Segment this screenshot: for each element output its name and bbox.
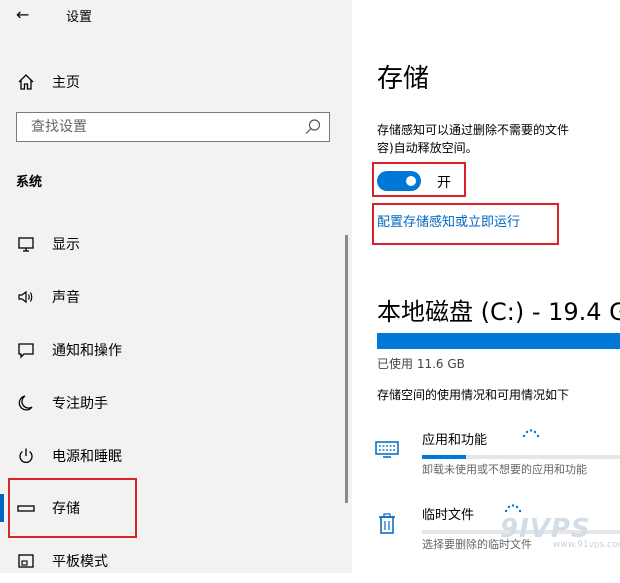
highlight-box [8,478,137,538]
watermark-url: www.91vps.com [553,540,620,550]
search-icon[interactable] [303,117,323,137]
apps-keyboard-icon [374,436,400,462]
sidebar-item-tablet-mode[interactable]: 平板模式 [0,539,340,583]
disk-title: 本地磁盘 (C:) - 19.4 G [377,298,620,326]
sidebar-item-label: 通知和操作 [52,343,122,359]
category-apps-features[interactable]: 应用和功能 卸载未使用或不想要的应用和功能 [352,428,620,488]
category-name: 临时文件 [422,508,475,523]
storage-page: 存储 存储感知可以通过删除不需要的文件 容)自动释放空间。 开 配置存储感知或立… [352,0,620,573]
sidebar-scrollbar[interactable] [345,235,348,503]
tablet-mode-icon [16,551,36,571]
usage-description: 存储空间的使用情况和可用情况如下 [377,388,570,402]
category-progress-bar [422,455,620,459]
section-title: 系统 [16,175,43,190]
sidebar-item-label: 主页 [52,75,80,91]
home-icon [16,72,36,92]
sidebar-item-label: 显示 [52,237,80,253]
sidebar-item-sound[interactable]: 声音 [0,275,340,319]
selected-indicator [0,494,4,522]
category-subtitle: 卸载未使用或不想要的应用和功能 [422,463,587,476]
sidebar-item-label: 声音 [52,290,80,306]
back-arrow-icon: ← [16,5,30,24]
storage-sense-description: 存储感知可以通过删除不需要的文件 容)自动释放空间。 [377,123,570,155]
window-title: 设置 [66,10,93,25]
sidebar-item-focus-assist[interactable]: 专注助手 [0,381,340,425]
monitor-icon [16,234,36,254]
highlight-box [372,162,466,197]
power-icon [16,446,36,466]
disk-usage-bar [377,333,620,349]
sidebar-item-label: 专注助手 [52,396,108,412]
sidebar-item-display[interactable]: 显示 [0,222,340,266]
sidebar-item-power-sleep[interactable]: 电源和睡眠 [0,434,340,478]
page-title: 存储 [377,64,430,94]
search-input[interactable] [29,118,293,136]
notification-icon [16,340,36,360]
back-button[interactable]: ← [10,4,40,28]
sidebar-item-label: 电源和睡眠 [52,449,122,465]
settings-sidebar: ← 设置 主页 系统 显示 声音 通知和操作 专注助 [0,0,352,573]
trash-icon [374,511,400,537]
disk-used-label: 已使用 11.6 GB [377,357,465,371]
sidebar-item-notifications[interactable]: 通知和操作 [0,328,340,372]
speaker-icon [16,287,36,307]
category-name: 应用和功能 [422,433,488,448]
loading-spinner-icon [520,426,542,444]
highlight-box [372,203,559,245]
category-progress-fill [422,455,466,459]
sidebar-item-home[interactable]: 主页 [0,60,340,104]
sidebar-item-label: 平板模式 [52,554,108,570]
moon-icon [16,393,36,413]
search-box[interactable] [16,112,330,142]
